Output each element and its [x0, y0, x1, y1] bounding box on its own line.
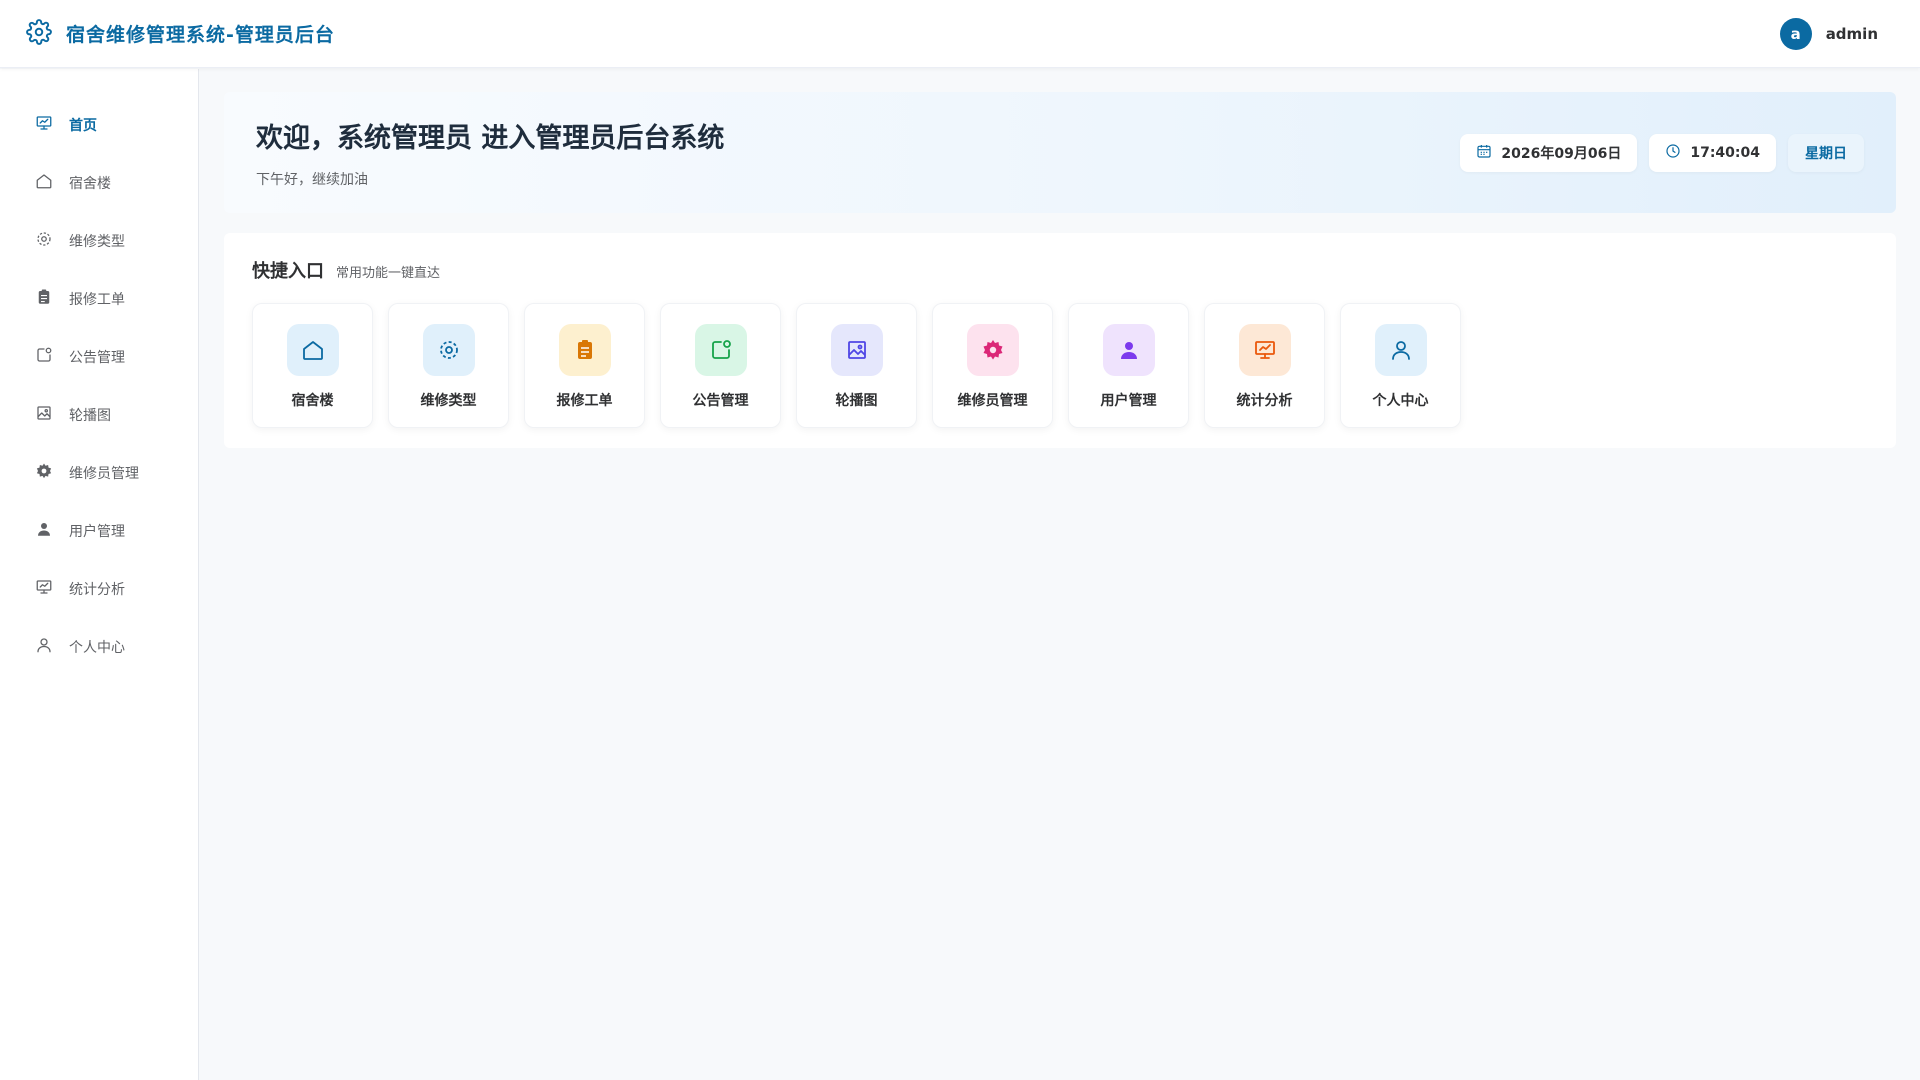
cog-filled-icon	[35, 462, 53, 484]
sidebar-item-work-order[interactable]: 报修工单	[0, 270, 198, 328]
calendar-icon	[1476, 143, 1492, 163]
time-pill: 17:40:04	[1649, 133, 1776, 172]
quick-card-repair-type[interactable]: 维修类型	[388, 303, 509, 428]
quick-card-label: 维修类型	[420, 393, 477, 409]
time-text: 17:40:04	[1690, 144, 1760, 161]
sidebar-item-announcement[interactable]: 公告管理	[0, 328, 198, 386]
sidebar-item-repairman[interactable]: 维修员管理	[0, 444, 198, 502]
quick-card-dorm-building[interactable]: 宿舍楼	[252, 303, 373, 428]
quick-card-label: 轮播图	[835, 393, 878, 409]
user-menu[interactable]: a admin	[1779, 17, 1894, 50]
top-header: 宿舍维修管理系统-管理员后台 a admin	[0, 0, 1920, 68]
sidebar-item-label: 维修类型	[69, 234, 125, 250]
sidebar-item-label: 首页	[69, 118, 97, 134]
quick-card-repairman[interactable]: 维修员管理	[932, 303, 1053, 428]
gear-icon	[26, 18, 52, 49]
house-icon	[286, 324, 339, 376]
sidebar-item-statistics[interactable]: 统计分析	[0, 560, 198, 618]
quick-card-profile[interactable]: 个人中心	[1340, 303, 1461, 428]
quick-card-carousel[interactable]: 轮播图	[796, 303, 917, 428]
brand[interactable]: 宿舍维修管理系统-管理员后台	[26, 18, 335, 49]
quick-card-statistics[interactable]: 统计分析	[1204, 303, 1325, 428]
quick-card-label: 用户管理	[1100, 393, 1157, 409]
sidebar-item-label: 维修员管理	[69, 466, 139, 482]
clock-icon	[1665, 143, 1681, 163]
sidebar-item-dorm-building[interactable]: 宿舍楼	[0, 154, 198, 212]
main-content: 欢迎，系统管理员 进入管理员后台系统 下午好，继续加油 2026年09月06日 …	[224, 92, 1896, 448]
sidebar-item-label: 宿舍楼	[69, 176, 111, 192]
quick-card-announcement[interactable]: 公告管理	[660, 303, 781, 428]
welcome-title: 欢迎，系统管理员 进入管理员后台系统	[256, 123, 725, 154]
app-title: 宿舍维修管理系统-管理员后台	[66, 24, 335, 46]
welcome-banner: 欢迎，系统管理员 进入管理员后台系统 下午好，继续加油 2026年09月06日 …	[224, 92, 1896, 213]
weekday-text: 星期日	[1805, 145, 1847, 162]
quick-card-label: 宿舍楼	[291, 393, 334, 409]
user-icon	[35, 636, 53, 658]
cog-filled-icon	[966, 324, 1019, 376]
quick-access-title: 快捷入口	[252, 261, 324, 282]
quick-access-cards: 宿舍楼 维修类型 报修工单 公告管理 轮播图 维修员管理 用户管理 统计分析 个…	[252, 303, 1868, 428]
quick-access-panel: 快捷入口 常用功能一键直达 宿舍楼 维修类型 报修工单 公告管理 轮播图 维修员…	[224, 233, 1896, 448]
picture-icon	[35, 404, 53, 426]
clipboard-icon	[558, 324, 611, 376]
quick-card-label: 统计分析	[1236, 393, 1293, 409]
sidebar-item-user-management[interactable]: 用户管理	[0, 502, 198, 560]
welcome-subtitle: 下午好，继续加油	[256, 172, 368, 188]
presentation-icon	[35, 114, 53, 136]
sidebar-item-repair-type[interactable]: 维修类型	[0, 212, 198, 270]
quick-card-user-management[interactable]: 用户管理	[1068, 303, 1189, 428]
quick-card-label: 维修员管理	[957, 393, 1028, 409]
quick-access-subtitle: 常用功能一键直达	[336, 266, 441, 281]
sidebar-item-profile[interactable]: 个人中心	[0, 618, 198, 676]
gear-icon	[422, 324, 475, 376]
sidebar-item-label: 公告管理	[69, 350, 125, 366]
quick-card-label: 报修工单	[556, 393, 613, 409]
sidebar-item-label: 报修工单	[69, 292, 125, 308]
quick-card-work-order[interactable]: 报修工单	[524, 303, 645, 428]
picture-icon	[830, 324, 883, 376]
avatar[interactable]: a	[1779, 17, 1812, 50]
sidebar-item-carousel[interactable]: 轮播图	[0, 386, 198, 444]
user-filled-icon	[1102, 324, 1155, 376]
sidebar-item-label: 轮播图	[69, 408, 111, 424]
sidebar-item-label: 个人中心	[69, 640, 125, 656]
quick-card-label: 个人中心	[1372, 393, 1429, 409]
presentation-icon	[1238, 324, 1291, 376]
gear-icon	[35, 230, 53, 252]
quick-card-label: 公告管理	[692, 393, 749, 409]
presentation-icon	[35, 578, 53, 600]
datetime-pills: 2026年09月06日 17:40:04 星期日	[1460, 133, 1864, 172]
sidebar-item-label: 用户管理	[69, 524, 125, 540]
sidebar: 首页 宿舍楼 维修类型 报修工单 公告管理 轮播图 维修员管理 用户管理 统计分…	[0, 69, 199, 1080]
sidebar-item-home[interactable]: 首页	[0, 96, 198, 154]
notification-icon	[694, 324, 747, 376]
username[interactable]: admin	[1826, 25, 1878, 43]
notification-icon	[35, 346, 53, 368]
clipboard-icon	[35, 288, 53, 310]
date-text: 2026年09月06日	[1501, 145, 1622, 162]
user-filled-icon	[35, 520, 53, 542]
date-pill: 2026年09月06日	[1460, 133, 1638, 172]
weekday-pill: 星期日	[1788, 133, 1864, 172]
house-icon	[35, 172, 53, 194]
user-icon	[1374, 324, 1427, 376]
sidebar-item-label: 统计分析	[69, 582, 125, 598]
